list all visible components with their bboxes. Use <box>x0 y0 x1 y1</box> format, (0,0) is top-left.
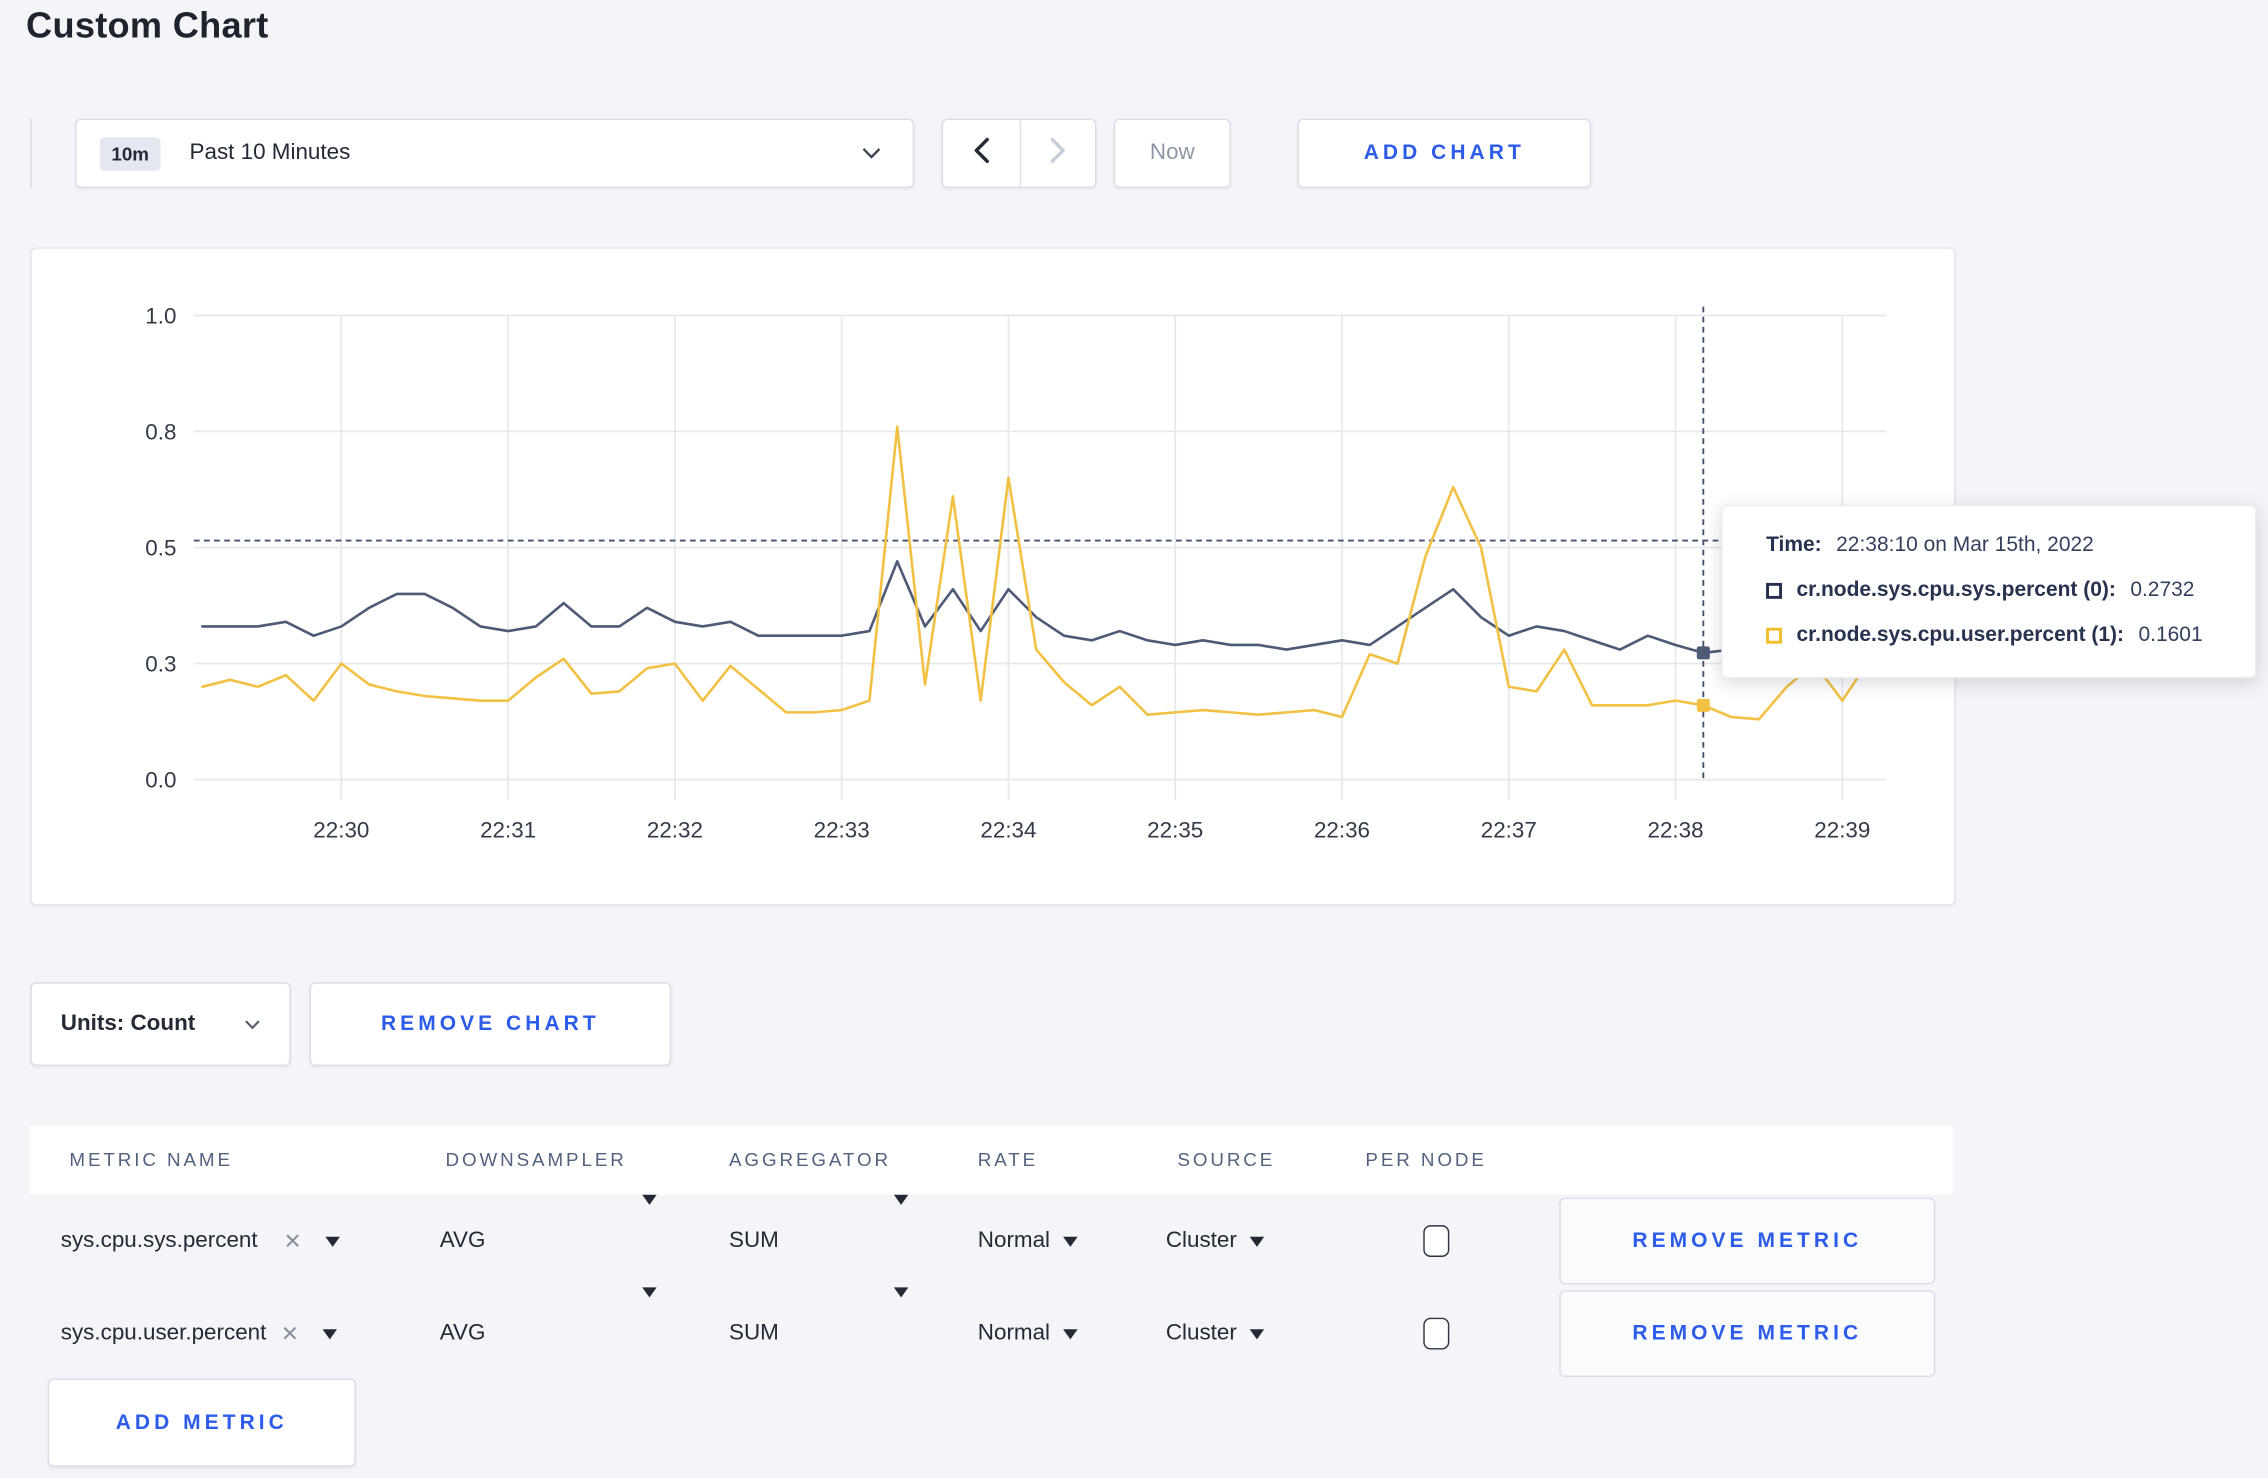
prev-time-button[interactable] <box>943 120 1019 187</box>
triangle-down-icon <box>1063 1235 1078 1247</box>
time-range-label: Past 10 Minutes <box>189 140 351 165</box>
downsampler-select[interactable]: AVG <box>440 1195 486 1288</box>
toolbar-divider <box>30 118 32 189</box>
downsampler-value: AVG <box>439 1228 486 1253</box>
tooltip-series-row: cr.node.sys.cpu.user.percent (1): 0.1601 <box>1766 621 2235 650</box>
triangle-down-icon <box>1249 1235 1265 1247</box>
triangle-down-icon <box>1063 1328 1078 1339</box>
series-line-0 <box>201 560 1872 655</box>
time-nav-group <box>941 118 1097 189</box>
series-swatch-icon <box>1766 627 1782 643</box>
units-label: Units: Count <box>60 1011 196 1036</box>
triangle-down-icon <box>322 1328 337 1339</box>
aggregator-select[interactable]: SUM <box>729 1195 779 1288</box>
x-tick-label: 22:30 <box>313 817 369 842</box>
add-metric-button[interactable]: ADD METRIC <box>47 1378 356 1467</box>
triangle-down-icon <box>1249 1328 1265 1339</box>
chart-card: 1.0 0.8 0.5 0.3 0.0 22:30 22:31 22:32 22:33 22:34… <box>30 247 1957 907</box>
chevron-left-icon <box>973 137 989 170</box>
col-rate: RATE <box>977 1148 1039 1171</box>
col-per-node: PER NODE <box>1365 1148 1487 1171</box>
y-tick-label: 0.0 <box>145 768 176 793</box>
remove-metric-button[interactable]: REMOVE METRIC <box>1559 1290 1936 1377</box>
tooltip-time-value: 22:38:10 on Mar 15th, 2022 <box>1836 533 2094 557</box>
metric-row: sys.cpu.sys.percent AVG SUM Normal Clust… <box>30 1194 1952 1288</box>
tooltip-series-name: cr.node.sys.cpu.sys.percent (0): <box>1796 578 2116 602</box>
source-value: Cluster <box>1165 1320 1237 1346</box>
units-select[interactable]: Units: Count <box>30 982 291 1067</box>
triangle-down-icon[interactable] <box>642 1287 657 1298</box>
rate-value: Normal <box>977 1320 1051 1346</box>
tooltip-series-value: 0.2732 <box>2130 578 2195 602</box>
y-tick-label: 0.5 <box>145 535 176 560</box>
metrics-table-header: METRIC NAME DOWNSAMPLER AGGREGATOR RATE … <box>30 1125 1953 1195</box>
x-tick-label: 22:37 <box>1481 817 1537 842</box>
per-node-checkbox[interactable] <box>1423 1225 1450 1257</box>
source-select[interactable]: Cluster <box>1166 1287 1265 1380</box>
chart-tooltip: Time: 22:38:10 on Mar 15th, 2022 cr.node… <box>1721 504 2257 679</box>
tooltip-series-value: 0.1601 <box>2138 623 2203 647</box>
col-downsampler: DOWNSAMPLER <box>445 1148 627 1171</box>
x-tick-label: 22:31 <box>480 817 536 842</box>
now-button[interactable]: Now <box>1113 118 1231 189</box>
tooltip-series-row: cr.node.sys.cpu.sys.percent (0): 0.2732 <box>1766 576 2235 605</box>
custom-chart-page: Custom Chart 10m Past 10 Minutes Now ADD… <box>0 0 2268 1478</box>
hover-point-1 <box>1696 698 1710 712</box>
next-time-button[interactable] <box>1019 120 1095 187</box>
time-range-badge: 10m <box>99 136 161 170</box>
x-tick-label: 22:33 <box>814 817 870 842</box>
rate-select[interactable]: Normal <box>978 1195 1078 1288</box>
metric-name-select[interactable]: sys.cpu.sys.percent <box>61 1195 340 1288</box>
source-select[interactable]: Cluster <box>1166 1195 1265 1288</box>
chevron-down-icon <box>244 1011 260 1037</box>
col-aggregator: AGGREGATOR <box>729 1148 891 1171</box>
x-tick-label: 22:32 <box>647 817 703 842</box>
aggregator-select[interactable]: SUM <box>729 1287 779 1380</box>
x-tick-label: 22:34 <box>980 817 1036 842</box>
aggregator-value: SUM <box>729 1320 779 1346</box>
metric-name-value: sys.cpu.user.percent <box>60 1320 267 1346</box>
aggregator-value: SUM <box>729 1228 779 1253</box>
hover-point-0 <box>1696 646 1710 660</box>
triangle-down-icon[interactable] <box>642 1194 657 1205</box>
y-tick-label: 0.8 <box>145 419 176 444</box>
x-tick-label: 22:38 <box>1648 817 1704 842</box>
add-chart-button[interactable]: ADD CHART <box>1297 118 1592 189</box>
metric-name-value: sys.cpu.sys.percent <box>60 1228 258 1253</box>
series-swatch-icon <box>1766 582 1782 599</box>
x-icon[interactable] <box>284 1228 302 1254</box>
chevron-right-icon <box>1050 137 1066 170</box>
triangle-down-icon <box>324 1235 340 1247</box>
downsampler-select[interactable]: AVG <box>440 1287 486 1380</box>
tooltip-time-row: Time: 22:38:10 on Mar 15th, 2022 <box>1766 531 2235 560</box>
rate-value: Normal <box>977 1228 1051 1253</box>
tooltip-time-label: Time: <box>1766 533 1822 557</box>
rate-select[interactable]: Normal <box>978 1287 1078 1380</box>
time-range-select[interactable]: 10m Past 10 Minutes <box>75 118 915 189</box>
downsampler-value: AVG <box>439 1320 486 1346</box>
remove-chart-button[interactable]: REMOVE CHART <box>309 982 672 1067</box>
metric-row: sys.cpu.user.percent AVG SUM Normal Clus… <box>30 1287 1952 1380</box>
triangle-down-icon[interactable] <box>893 1194 909 1205</box>
x-tick-label: 22:39 <box>1814 817 1870 842</box>
per-node-checkbox[interactable] <box>1423 1317 1450 1350</box>
y-tick-label: 0.3 <box>145 652 176 677</box>
metric-name-select[interactable]: sys.cpu.user.percent <box>61 1287 337 1380</box>
x-tick-label: 22:35 <box>1147 817 1203 842</box>
remove-metric-button[interactable]: REMOVE METRIC <box>1559 1197 1936 1285</box>
x-tick-label: 22:36 <box>1314 817 1370 842</box>
y-tick-label: 1.0 <box>145 303 176 328</box>
series-line-1 <box>201 425 1872 721</box>
source-value: Cluster <box>1165 1228 1237 1253</box>
col-metric-name: METRIC NAME <box>69 1148 233 1171</box>
tooltip-series-name: cr.node.sys.cpu.user.percent (1): <box>1796 623 2125 647</box>
chevron-down-icon <box>862 140 881 166</box>
x-icon[interactable] <box>281 1321 299 1347</box>
chart-canvas[interactable]: 1.0 0.8 0.5 0.3 0.0 22:30 22:31 22:32 22:33 22:34… <box>32 249 1957 907</box>
page-title: Custom Chart <box>26 5 269 47</box>
col-source: SOURCE <box>1177 1148 1276 1171</box>
triangle-down-icon[interactable] <box>893 1287 909 1298</box>
